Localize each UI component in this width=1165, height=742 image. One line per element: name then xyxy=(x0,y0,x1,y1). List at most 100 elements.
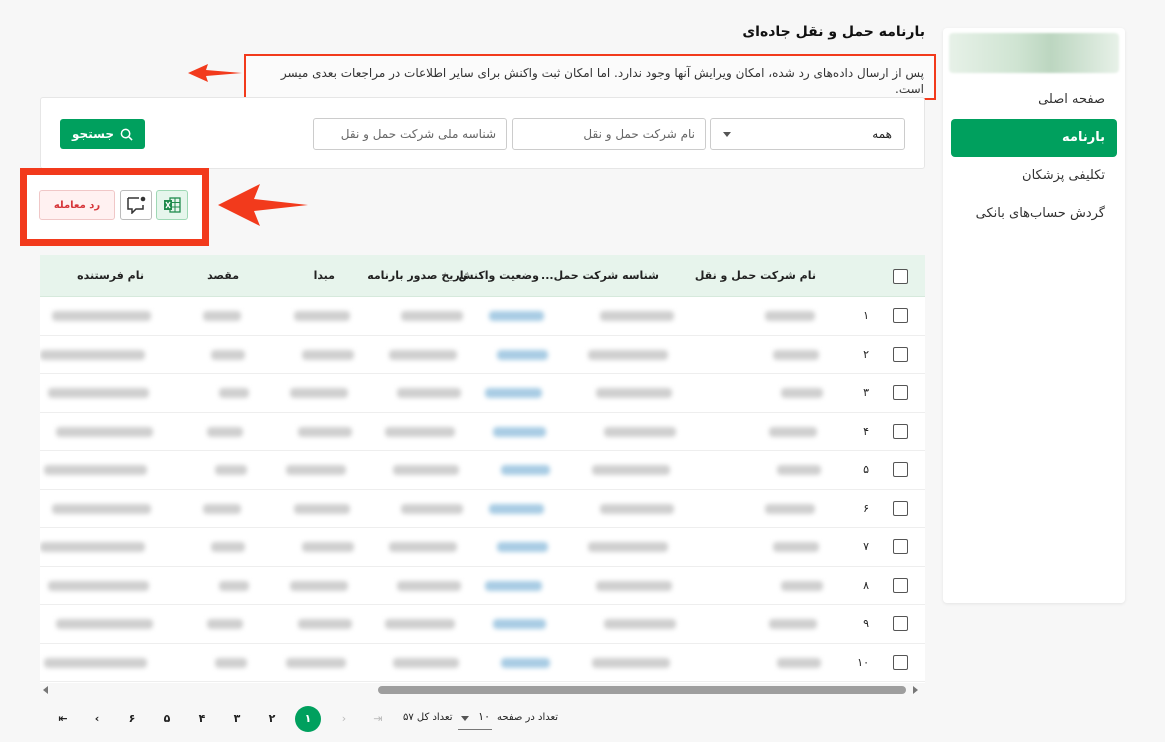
blurred-cell xyxy=(485,388,542,398)
blurred-cell xyxy=(489,311,544,321)
blurred-cell xyxy=(44,465,147,475)
blurred-cell xyxy=(592,657,670,668)
search-button[interactable]: جستجو xyxy=(60,119,145,149)
blurred-cell xyxy=(389,349,457,360)
scroll-right-arrow-icon[interactable] xyxy=(913,686,918,694)
page-3[interactable]: ۳ xyxy=(224,706,250,732)
blurred-cell xyxy=(604,426,676,437)
blurred-cell xyxy=(40,349,145,360)
table-row[interactable]: ۵ xyxy=(40,451,925,490)
blurred-cell xyxy=(215,657,247,668)
next-page-icon[interactable]: ‹ xyxy=(84,706,110,732)
table-row[interactable]: ۴ xyxy=(40,413,925,451)
page-size-select[interactable]: ۱۰ xyxy=(458,706,492,730)
table-row[interactable]: ۱۰ xyxy=(40,644,925,682)
blurred-cell xyxy=(294,311,350,321)
page-size-label: تعداد در صفحه xyxy=(497,712,559,723)
row-checkbox[interactable] xyxy=(893,539,908,554)
blurred-cell xyxy=(211,349,245,360)
blurred-cell xyxy=(781,388,823,398)
blurred-cell xyxy=(203,503,241,514)
row-number: ۴ xyxy=(863,424,869,438)
blurred-cell xyxy=(497,349,548,360)
scroll-left-arrow-icon[interactable] xyxy=(43,686,48,694)
last-page-icon[interactable]: ⇤ xyxy=(50,706,76,732)
blurred-cell xyxy=(765,311,815,321)
blurred-cell xyxy=(769,426,817,437)
blurred-cell xyxy=(302,542,354,552)
table-row[interactable]: ۲ xyxy=(40,336,925,374)
table-row[interactable]: ۱ xyxy=(40,297,925,336)
page-1-current[interactable]: ۱ xyxy=(295,706,321,732)
row-checkbox[interactable] xyxy=(893,423,908,439)
sidebar-item-waybill[interactable]: بارنامه xyxy=(951,119,1117,157)
column-header-company-id[interactable]: شناسه شرکت حمل... xyxy=(541,269,659,282)
blurred-cell xyxy=(773,542,819,552)
row-checkbox[interactable] xyxy=(893,385,908,400)
blurred-cell xyxy=(773,349,819,360)
page-4[interactable]: ۴ xyxy=(189,706,215,732)
column-header-reaction-status[interactable]: وضعیت واکنش xyxy=(458,269,539,282)
search-button-label: جستجو xyxy=(72,127,114,141)
table-row[interactable]: ۷ xyxy=(40,528,925,567)
row-checkbox[interactable] xyxy=(893,462,908,477)
row-number: ۲ xyxy=(863,347,869,361)
first-page-icon[interactable]: ⇥ xyxy=(365,706,391,732)
blurred-cell xyxy=(298,619,352,629)
column-header-destination[interactable]: مقصد xyxy=(207,269,239,282)
page-title: بارنامه حمل و نقل جاده‌ای xyxy=(742,24,925,40)
select-all-checkbox[interactable] xyxy=(893,269,908,284)
table-row[interactable]: ۹ xyxy=(40,605,925,644)
blurred-cell xyxy=(219,580,249,591)
annotation-arrow-actions xyxy=(218,184,308,226)
row-checkbox[interactable] xyxy=(893,500,908,516)
row-checkbox[interactable] xyxy=(893,308,908,323)
company-name-input[interactable] xyxy=(512,118,706,150)
table-row[interactable]: ۳ xyxy=(40,374,925,413)
annotation-arrow-notice xyxy=(188,64,242,82)
sidebar-item-bank-statements[interactable]: گردش حساب‌های بانکی xyxy=(951,195,1117,233)
page-5[interactable]: ۵ xyxy=(154,706,180,732)
scrollbar-thumb[interactable] xyxy=(378,686,906,694)
comment-button[interactable] xyxy=(120,190,152,220)
blurred-cell xyxy=(592,465,670,475)
blurred-cell xyxy=(588,349,668,360)
column-header-sender-name[interactable]: نام فرستنده xyxy=(77,269,144,282)
column-header-company-name[interactable]: نام شرکت حمل و نقل xyxy=(695,269,816,282)
blurred-cell xyxy=(286,657,346,668)
waybill-table: نام شرکت حمل و نقل شناسه شرکت حمل... وضع… xyxy=(40,255,925,683)
column-header-issue-date[interactable]: تاریخ صدور بارنامه xyxy=(367,269,468,282)
page-2[interactable]: ۲ xyxy=(259,706,285,732)
horizontal-scrollbar[interactable] xyxy=(40,684,925,696)
page-6[interactable]: ۶ xyxy=(119,706,145,732)
sidebar-item-doctors[interactable]: تکلیفی پزشکان xyxy=(951,157,1117,195)
status-select[interactable]: همه xyxy=(710,118,905,150)
table-row[interactable]: ۸ xyxy=(40,567,925,605)
blurred-cell xyxy=(401,503,463,514)
row-number: ۷ xyxy=(863,540,869,553)
user-profile-blurred xyxy=(949,33,1119,73)
sidebar-item-home[interactable]: صفحه اصلی xyxy=(951,81,1117,119)
reject-transaction-button[interactable]: رد معامله xyxy=(39,190,115,220)
row-checkbox[interactable] xyxy=(893,616,908,631)
search-panel: همه جستجو xyxy=(40,97,925,169)
blurred-cell xyxy=(604,619,676,629)
row-number: ۹ xyxy=(863,617,869,630)
excel-export-button[interactable] xyxy=(156,190,188,220)
row-checkbox[interactable] xyxy=(893,577,908,593)
blurred-cell xyxy=(497,542,548,552)
page-size-value: ۱۰ xyxy=(478,710,490,723)
blurred-cell xyxy=(207,426,243,437)
table-row[interactable]: ۶ xyxy=(40,490,925,528)
row-checkbox[interactable] xyxy=(893,654,908,670)
blurred-cell xyxy=(56,619,153,629)
column-header-origin[interactable]: مبدا xyxy=(314,269,335,282)
blurred-cell xyxy=(777,465,821,475)
blurred-cell xyxy=(493,619,546,629)
blurred-cell xyxy=(501,465,550,475)
previous-page-icon[interactable]: › xyxy=(331,706,357,732)
company-national-id-input[interactable] xyxy=(313,118,507,150)
blurred-cell xyxy=(600,311,674,321)
status-select-value: همه xyxy=(872,127,892,141)
row-checkbox[interactable] xyxy=(893,346,908,362)
